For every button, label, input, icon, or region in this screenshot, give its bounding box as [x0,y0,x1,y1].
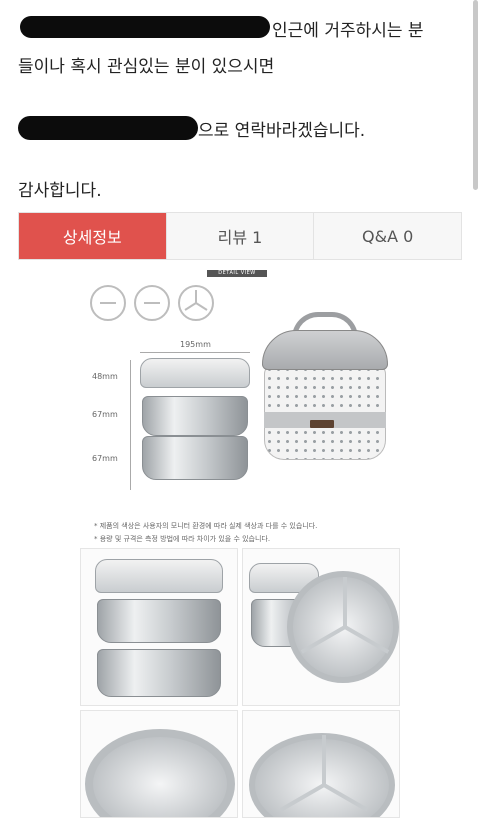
product-tabs: 상세정보 리뷰 1 Q&A 0 [18,212,462,260]
post-line-3: 으로 연락바라겠습니다. [198,121,366,141]
height-dimension: 67mm [92,410,118,419]
container-bowl [142,396,248,436]
post-body: 인근에 거주하시는 분 들이나 혹시 관심있는 분이 있으시면 으로 연락바라겠… [0,0,480,210]
height-dimension: 48mm [92,372,118,381]
post-line-1: 인근에 거주하시는 분 [272,21,424,41]
note-size: * 용량 및 규격은 측정 방법에 따라 차이가 있을 수 있습니다. [94,535,271,543]
height-line [130,360,131,490]
tab-reviews[interactable]: 리뷰 1 [166,213,315,259]
divided-plate-icon [178,285,214,321]
product-notes: * 제품의 색상은 사용자의 모니터 환경에 따라 실제 색상과 다를 수 있습… [94,520,317,546]
redacted-contact [18,116,198,140]
note-color: * 제품의 색상은 사용자의 모니터 환경에 따라 실제 색상과 다를 수 있습… [94,522,318,530]
lid-circle-icon [134,285,170,321]
container-bowl [142,436,248,480]
lunch-bag-image [262,312,388,462]
tray-closeup-photo [242,710,400,818]
container-lid [140,358,250,388]
tab-details[interactable]: 상세정보 [19,213,167,259]
post-line-2: 들이나 혹시 관심있는 분이 있으시면 [18,57,275,77]
lid-circle-icon [90,285,126,321]
detail-image: DETAIL VIEW 195mm 48mm 67mm 67mm * 제품의 색… [0,262,480,818]
width-dimension: 195mm [180,340,211,349]
stacked-containers-photo [80,548,238,706]
height-dimension: 67mm [92,454,118,463]
scrollbar[interactable] [473,0,478,190]
width-line [140,352,250,353]
divided-tray-photo [242,548,400,706]
redacted-text [20,16,270,38]
post-line-4: 감사합니다. [18,181,102,201]
bowl-interior-photo [80,710,238,818]
detail-view-label: DETAIL VIEW [207,270,267,277]
tab-qna[interactable]: Q&A 0 [314,213,462,259]
